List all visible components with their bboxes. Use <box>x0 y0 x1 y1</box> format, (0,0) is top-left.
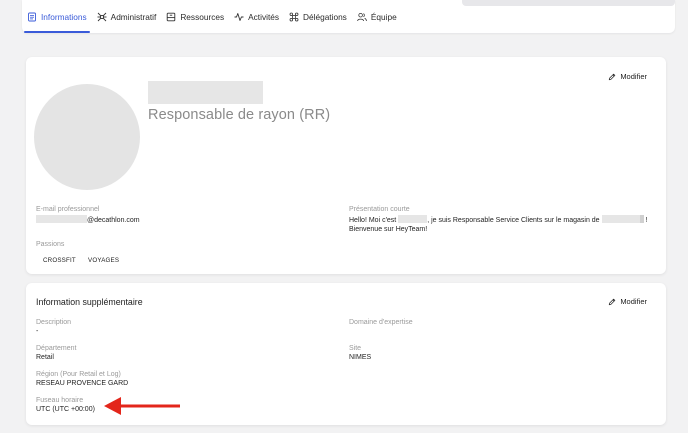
timezone-label: Fuseau horaire <box>36 397 84 404</box>
box-icon <box>167 12 176 21</box>
team-icon <box>357 12 367 21</box>
tab-delegations[interactable]: Délégations <box>284 0 352 33</box>
document-icon <box>28 12 36 21</box>
region-label: Région (Pour Retail et Log) <box>36 371 121 378</box>
tab-label: Informations <box>41 11 87 22</box>
redacted-name <box>148 81 263 104</box>
tab-informations[interactable]: Informations <box>22 0 92 33</box>
tab-label: Équipe <box>370 11 397 22</box>
section-title: Information supplémentaire <box>36 297 143 307</box>
description-value: - <box>36 328 39 335</box>
presentation-line-2: Bienvenue sur HeyTeam! <box>349 226 428 233</box>
department-label: Département <box>36 345 77 352</box>
presentation-part: Hello! Moi c'est <box>349 217 397 224</box>
redacted-store-end <box>639 215 644 223</box>
description-label: Description <box>36 319 72 326</box>
redacted-email-user <box>36 215 87 223</box>
passions-label: Passions <box>36 241 65 248</box>
presentation-text: Hello! Moi c'est , je suis Responsable S… <box>349 215 647 224</box>
passion-tag: VOYAGES <box>88 257 120 264</box>
pencil-icon <box>609 298 616 305</box>
presentation-label: Présentation courte <box>349 206 410 213</box>
presentation-part: ! <box>645 217 648 224</box>
email-label: E-mail professionnel <box>36 206 100 213</box>
redacted-first-name <box>398 215 428 223</box>
tab-label: Activités <box>248 11 280 22</box>
command-icon <box>289 12 299 21</box>
tab-label: Ressources <box>180 11 225 22</box>
header-strip <box>462 0 675 6</box>
red-arrow-annotation <box>104 397 180 415</box>
profile-tabs: Informations Administratif Ressources Ac… <box>22 0 402 33</box>
tab-label: Administratif <box>110 11 157 22</box>
redacted-store <box>601 215 640 223</box>
pencil-icon <box>609 73 616 80</box>
profile-card: Responsable de rayon (RR) Modifier E-mai… <box>26 57 666 274</box>
site-label: Site <box>349 345 362 352</box>
tab-ressources[interactable]: Ressources <box>161 0 229 33</box>
activity-icon <box>234 12 244 21</box>
presentation-part: , je suis Responsable Service Clients su… <box>427 217 600 224</box>
passion-tag: CROSSFIT <box>43 257 76 264</box>
site-value: NIMES <box>349 354 372 361</box>
edit-label: Modifier <box>620 72 647 81</box>
edit-profile-button[interactable]: Modifier <box>608 72 647 81</box>
tab-label: Délégations <box>303 11 347 22</box>
tab-administratif[interactable]: Administratif <box>92 0 162 33</box>
job-title: Responsable de rayon (RR) <box>148 107 331 123</box>
avatar <box>34 84 140 190</box>
region-value: RESEAU PROVENCE GARD <box>36 380 129 387</box>
email-value: @decathlon.com <box>36 215 140 224</box>
tab-activites[interactable]: Activités <box>229 0 284 33</box>
edit-label: Modifier <box>620 297 647 306</box>
email-domain: @decathlon.com <box>87 217 140 224</box>
network-icon <box>97 12 107 21</box>
timezone-value: UTC (UTC +00:00) <box>36 406 95 413</box>
expertise-label: Domaine d'expertise <box>349 319 413 326</box>
edit-extra-button[interactable]: Modifier <box>608 297 647 306</box>
tab-equipe[interactable]: Équipe <box>352 0 402 33</box>
department-value: Retail <box>36 354 54 361</box>
